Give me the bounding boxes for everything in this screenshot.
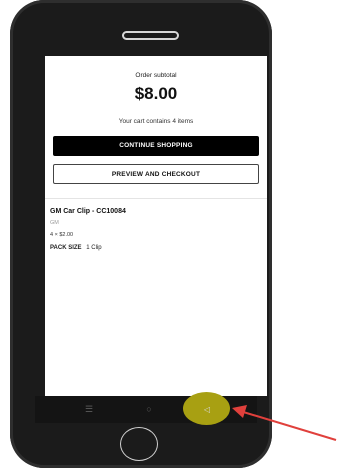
physical-home-button[interactable] [120,427,158,461]
cart-item-count: Your cart contains 4 items [118,118,194,125]
subtotal-label: Order subtotal [135,72,177,79]
back-triangle-icon[interactable]: ◁ [187,396,227,423]
cart-screen: Order subtotal $8.00 Your cart contains … [45,56,267,396]
item-brand: GM [50,220,59,226]
home-circle-icon[interactable]: ○ [131,396,167,423]
pack-size-label: PACK SIZE [50,245,82,251]
pack-size-value: 1 Clip [86,245,102,251]
item-title[interactable]: GM Car Clip - CC10084 [50,208,126,215]
continue-shopping-button[interactable]: CONTINUE SHOPPING [53,136,259,156]
pack-size-row: PACK SIZE 1 Clip [50,245,102,251]
subtotal-amount: $8.00 [134,84,178,103]
android-nav-bar: ☰ ○ ◁ [35,392,257,425]
divider [45,198,267,199]
speaker-slot [122,31,179,40]
preview-checkout-button[interactable]: PREVIEW AND CHECKOUT [53,164,259,184]
recent-apps-icon[interactable]: ☰ [71,396,107,423]
item-price-line: 4 × $2.00 [50,232,74,238]
